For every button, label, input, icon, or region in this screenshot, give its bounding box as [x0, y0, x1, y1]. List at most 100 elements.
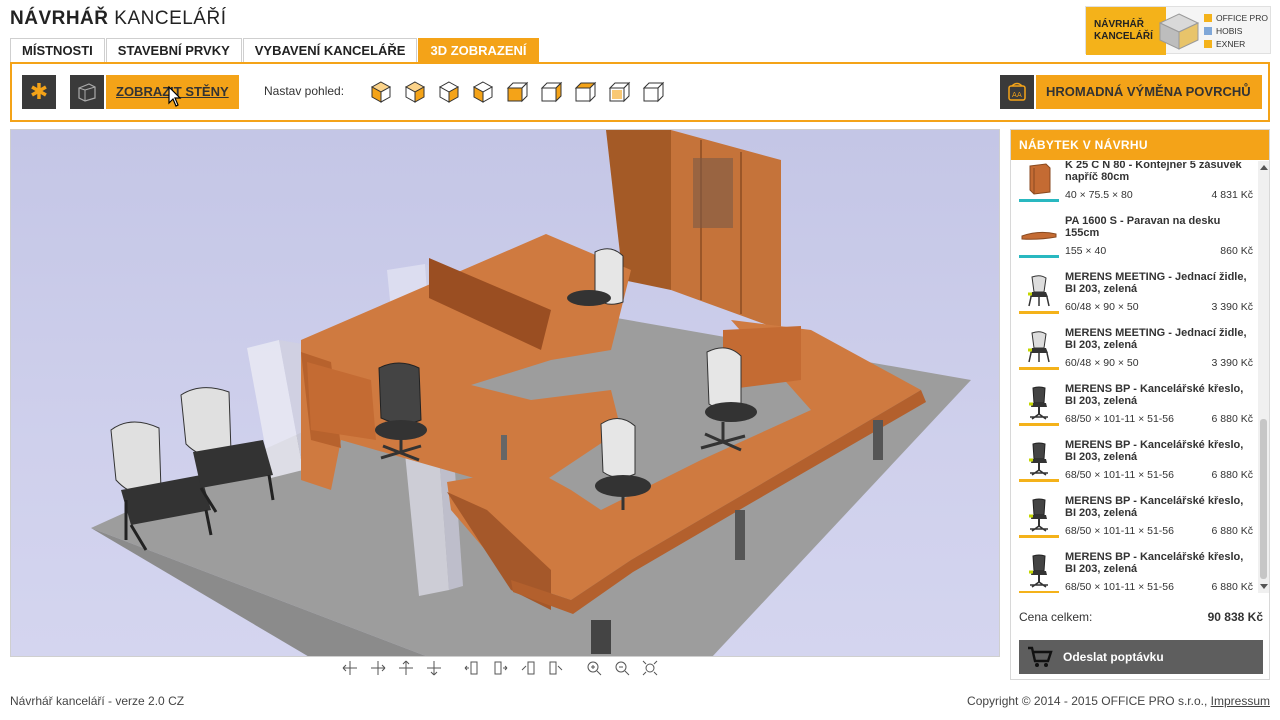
zoom-out-icon[interactable] [608, 658, 636, 678]
list-item[interactable]: MERENS BP - Kancelářské křeslo, BI 203, … [1011, 549, 1257, 593]
list-item[interactable]: MERENS BP - Kancelářské křeslo, BI 203, … [1011, 493, 1257, 549]
item-name: MERENS BP - Kancelářské křeslo, BI 203, … [1065, 439, 1244, 463]
logo-brands: OFFICE PRO HOBIS EXNER [1204, 12, 1268, 51]
viewport-nav-controls [336, 658, 664, 678]
logo-text: NÁVRHÁŘ KANCELÁŘÍ [1086, 7, 1166, 55]
furniture-list[interactable]: K 25 C N 80 - Kontejner 5 zásuvek napříč… [1011, 161, 1257, 593]
svg-text:AA: AA [1012, 91, 1022, 99]
scroll-thumb[interactable] [1260, 419, 1267, 579]
pan-down-icon[interactable] [420, 658, 448, 678]
list-item[interactable]: K 25 C N 80 - Kontejner 5 zásuvek napříč… [1011, 161, 1257, 213]
item-color-bar [1019, 367, 1059, 370]
item-dimensions: 40 × 75.5 × 80 [1065, 189, 1133, 201]
item-price: 3 390 Kč [1211, 357, 1253, 369]
total-value: 90 838 Kč [1207, 610, 1263, 624]
rotate-right-icon[interactable] [486, 658, 514, 678]
material-swap-icon[interactable]: AA [1000, 75, 1034, 109]
item-thumbnail [1019, 273, 1059, 309]
view-top-icon[interactable] [568, 78, 602, 106]
toolbar: ✱ ZOBRAZIT STĚNY Nastav pohled: AA HROMA… [10, 62, 1270, 122]
item-color-bar [1019, 255, 1059, 258]
item-color-bar [1019, 535, 1059, 538]
list-item[interactable]: PA 1600 S - Paravan na desku 155cm 155 × … [1011, 213, 1257, 269]
zoom-fit-icon[interactable] [636, 658, 664, 678]
scroll-down-icon[interactable] [1260, 584, 1268, 589]
item-thumbnail [1019, 497, 1059, 533]
list-item[interactable]: MERENS MEETING - Jednací židle, BI 203, … [1011, 269, 1257, 325]
item-dimensions: 68/50 × 101-11 × 51-56 [1065, 525, 1174, 537]
total-label: Cena celkem: [1019, 610, 1093, 624]
send-inquiry-label: Odeslat poptávku [1063, 650, 1164, 664]
3d-scene [91, 130, 971, 656]
sun-icon[interactable]: ✱ [22, 75, 56, 109]
3d-viewport[interactable] [10, 129, 1000, 657]
version-text: Návrhář kanceláří - verze 2.0 CZ [10, 694, 185, 708]
list-scrollbar[interactable] [1258, 161, 1269, 593]
item-dimensions: 155 × 40 [1065, 245, 1107, 257]
pan-right-icon[interactable] [364, 658, 392, 678]
item-price: 6 880 Kč [1211, 525, 1253, 537]
app-title-light: KANCELÁŘÍ [114, 8, 227, 29]
item-thumbnail [1019, 441, 1059, 477]
tab-office-equipment[interactable]: VYBAVENÍ KANCELÁŘE [242, 38, 418, 62]
view-other-icon[interactable] [636, 78, 670, 106]
view-iso-2-icon[interactable] [398, 78, 432, 106]
send-inquiry-button[interactable]: Odeslat poptávku [1019, 640, 1263, 674]
view-front-icon[interactable] [500, 78, 534, 106]
item-dimensions: 68/50 × 101-11 × 51-56 [1065, 413, 1174, 425]
app-title-bold: NÁVRHÁŘ [10, 8, 109, 29]
item-name: K 25 C N 80 - Kontejner 5 zásuvek napříč… [1065, 161, 1242, 183]
tab-rooms[interactable]: MÍSTNOSTI [10, 38, 105, 62]
item-name: MERENS MEETING - Jednací židle, BI 203, … [1065, 271, 1247, 295]
mouse-cursor-icon [168, 86, 182, 107]
view-back-icon[interactable] [602, 78, 636, 106]
item-name: PA 1600 S - Paravan na desku 155cm [1065, 215, 1221, 239]
total-price-row: Cena celkem: 90 838 Kč [1019, 610, 1263, 624]
tilt-up-icon[interactable] [514, 658, 542, 678]
view-iso-1-icon[interactable] [364, 78, 398, 106]
item-color-bar [1019, 199, 1059, 202]
tilt-down-icon[interactable] [542, 658, 570, 678]
app-title: NÁVRHÁŘ KANCELÁŘÍ [10, 8, 226, 30]
item-color-bar [1019, 479, 1059, 482]
item-thumbnail [1019, 161, 1059, 197]
item-color-bar [1019, 423, 1059, 426]
item-price: 6 880 Kč [1211, 413, 1253, 425]
list-item[interactable]: MERENS BP - Kancelářské křeslo, BI 203, … [1011, 381, 1257, 437]
brand-officepro: OFFICE PRO [1204, 12, 1268, 25]
item-dimensions: 68/50 × 101-11 × 51-56 [1065, 469, 1174, 481]
item-price: 6 880 Kč [1211, 469, 1253, 481]
panel-title: NÁBYTEK V NÁVRHU [1011, 130, 1269, 160]
item-price: 3 390 Kč [1211, 301, 1253, 313]
item-price: 860 Kč [1220, 245, 1253, 257]
tab-building-elements[interactable]: STAVEBNÍ PRVKY [105, 38, 242, 62]
item-dimensions: 60/48 × 90 × 50 [1065, 301, 1139, 313]
brand-hobis: HOBIS [1204, 25, 1268, 38]
scroll-up-icon[interactable] [1260, 165, 1268, 170]
item-color-bar [1019, 311, 1059, 314]
view-buttons [364, 78, 670, 106]
item-dimensions: 60/48 × 90 × 50 [1065, 357, 1139, 369]
view-label: Nastav pohled: [264, 84, 345, 98]
list-item[interactable]: MERENS MEETING - Jednací židle, BI 203, … [1011, 325, 1257, 381]
walls-icon[interactable] [70, 75, 104, 109]
list-item[interactable]: MERENS BP - Kancelářské křeslo, BI 203, … [1011, 437, 1257, 493]
item-name: MERENS BP - Kancelářské křeslo, BI 203, … [1065, 383, 1244, 407]
view-side-icon[interactable] [534, 78, 568, 106]
brand-exner: EXNER [1204, 38, 1268, 51]
tab-3d-view[interactable]: 3D ZOBRAZENÍ [418, 38, 539, 62]
view-iso-3-icon[interactable] [432, 78, 466, 106]
view-iso-4-icon[interactable] [466, 78, 500, 106]
copyright-label: Copyright © 2014 - 2015 OFFICE PRO s.r.o… [967, 694, 1208, 708]
copyright-text: Copyright © 2014 - 2015 OFFICE PRO s.r.o… [967, 694, 1270, 708]
pan-left-icon[interactable] [336, 658, 364, 678]
bulk-replace-surfaces-button[interactable]: HROMADNÁ VÝMĚNA POVRCHŮ [1036, 75, 1262, 109]
item-name: MERENS MEETING - Jednací židle, BI 203, … [1065, 327, 1247, 351]
pan-up-icon[interactable] [392, 658, 420, 678]
furniture-panel: NÁBYTEK V NÁVRHU K 25 C N 80 - Kontejner… [1010, 129, 1270, 680]
item-name: MERENS BP - Kancelářské křeslo, BI 203, … [1065, 551, 1244, 575]
rotate-left-icon[interactable] [458, 658, 486, 678]
zoom-in-icon[interactable] [580, 658, 608, 678]
item-thumbnail [1019, 385, 1059, 421]
impressum-link[interactable]: Impressum [1211, 694, 1270, 708]
